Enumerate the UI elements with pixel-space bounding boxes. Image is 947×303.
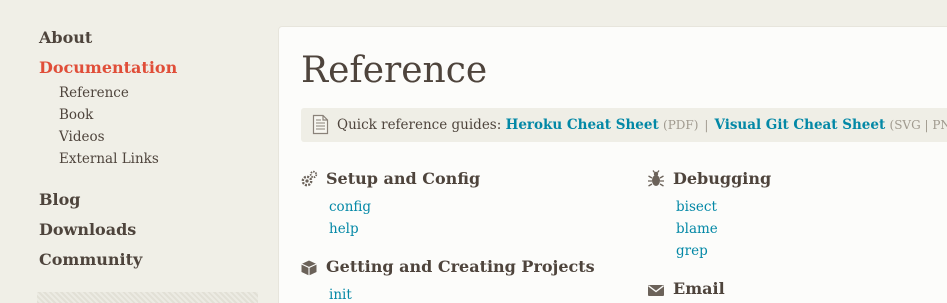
nav-documentation[interactable]: Documentation	[39, 58, 177, 78]
nav-sub-videos[interactable]: Videos	[59, 128, 105, 146]
envelope-icon	[648, 285, 664, 296]
quick-reference-bar: Quick reference guides: Heroku Cheat She…	[301, 108, 947, 142]
nav-blog[interactable]: Blog	[39, 190, 80, 210]
nav-about[interactable]: About	[39, 28, 92, 48]
section-email-title: Email	[673, 279, 725, 298]
separator: |	[704, 118, 709, 132]
sidebar: About Documentation Reference Book Video…	[0, 0, 270, 303]
command-help[interactable]: help	[329, 220, 359, 238]
page-title: Reference	[301, 50, 488, 91]
nav-sub-reference[interactable]: Reference	[59, 84, 129, 102]
quick-reference-text: Quick reference guides: Heroku Cheat She…	[337, 108, 947, 142]
command-config[interactable]: config	[329, 198, 371, 216]
command-blame[interactable]: blame	[676, 220, 718, 238]
document-icon	[312, 114, 329, 135]
nav-sub-book[interactable]: Book	[59, 106, 93, 124]
command-grep[interactable]: grep	[676, 242, 708, 260]
nav-sub-external-links[interactable]: External Links	[59, 150, 159, 168]
box-icon	[301, 260, 317, 276]
quick-reference-label: Quick reference guides:	[337, 117, 502, 133]
section-setup-title: Setup and Config	[326, 169, 481, 188]
heroku-cheat-sheet-link[interactable]: Heroku Cheat Sheet	[506, 117, 659, 133]
bug-icon	[648, 170, 664, 187]
visual-format[interactable]: (SVG | PNG)	[890, 118, 947, 132]
command-init[interactable]: init	[329, 286, 352, 303]
sidebar-divider	[37, 292, 258, 303]
nav-community[interactable]: Community	[39, 250, 142, 270]
section-projects-title: Getting and Creating Projects	[326, 257, 595, 276]
gears-icon	[301, 170, 318, 187]
main-content: Reference Quick reference guides: Heroku…	[278, 26, 947, 303]
heroku-format[interactable]: (PDF)	[663, 118, 698, 132]
visual-git-cheat-sheet-link[interactable]: Visual Git Cheat Sheet	[714, 117, 885, 133]
section-debugging-title: Debugging	[673, 169, 772, 188]
nav-downloads[interactable]: Downloads	[39, 220, 136, 240]
command-bisect[interactable]: bisect	[676, 198, 717, 216]
